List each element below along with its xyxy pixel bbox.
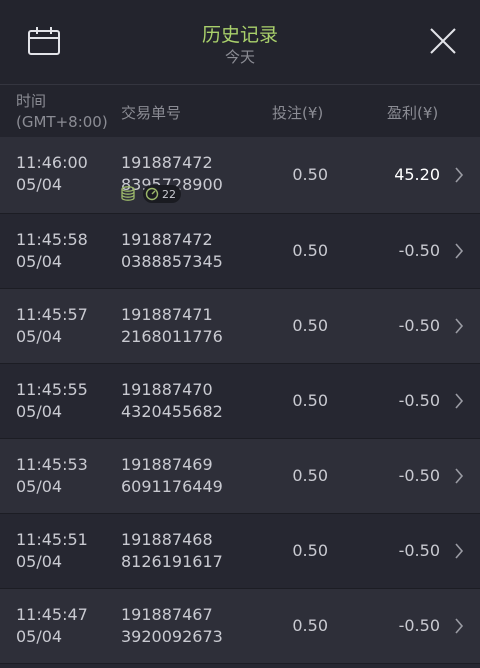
row-order-id: 191887469 6091176449: [121, 454, 223, 498]
column-header-bet: 投注(¥): [272, 104, 324, 122]
history-row[interactable]: 11:45:55 05/04 191887470 4320455682 0.50 -0.5…: [0, 364, 480, 439]
row-bet: 0.50: [292, 316, 328, 335]
row-order-id: 191887471 2168011776: [121, 304, 223, 348]
gauge-icon: [145, 187, 159, 201]
row-order-part1: 191887471: [121, 305, 213, 324]
row-time-value: 11:46:00: [16, 153, 88, 172]
history-row[interactable]: 11:45:57 05/04 191887471 2168011776 0.50 -0.5…: [0, 289, 480, 364]
row-date-value: 05/04: [16, 327, 63, 346]
row-time: 11:45:57 05/04: [16, 304, 88, 348]
row-profit: -0.50: [398, 466, 440, 485]
row-time: 11:45:55 05/04: [16, 379, 88, 423]
row-time: 11:45:53 05/04: [16, 454, 88, 498]
row-order-part1: 191887470: [121, 380, 213, 399]
row-profit: 45.20: [394, 165, 440, 184]
row-time: 11:45:47 05/04: [16, 604, 88, 648]
chevron-right-icon[interactable]: [454, 318, 464, 334]
history-row[interactable]: 11:45:47 05/04 191887467 3920092673 0.50 -0.5…: [0, 589, 480, 664]
row-date-value: 05/04: [16, 627, 63, 646]
row-profit: -0.50: [398, 241, 440, 260]
row-date-value: 05/04: [16, 552, 63, 571]
column-header-time: 时间 (GMT+8:00): [16, 91, 108, 133]
chevron-right-icon[interactable]: [454, 468, 464, 484]
history-row[interactable]: 11:45:58 05/04 191887472 0388857345 0.50 -0.5…: [0, 214, 480, 289]
row-order-part2: 4320455682: [121, 402, 223, 421]
chevron-right-icon[interactable]: [454, 543, 464, 559]
column-header-profit: 盈利(¥): [387, 104, 439, 122]
close-icon[interactable]: [428, 26, 458, 56]
row-time-value: 11:45:55: [16, 380, 88, 399]
combo-badge: 22: [143, 185, 181, 203]
row-bet: 0.50: [292, 466, 328, 485]
chevron-right-icon[interactable]: [454, 618, 464, 634]
row-order-part2: 3920092673: [121, 627, 223, 646]
row-order-part1: 191887472: [121, 153, 213, 172]
row-profit: -0.50: [398, 616, 440, 635]
row-date-value: 05/04: [16, 402, 63, 421]
row-bet: 0.50: [292, 541, 328, 560]
row-order-part1: 191887467: [121, 605, 213, 624]
row-date-value: 05/04: [16, 477, 63, 496]
row-time: 11:46:00 05/04: [16, 152, 88, 196]
row-time-value: 11:45:58: [16, 230, 88, 249]
column-header-timezone: (GMT+8:00): [16, 113, 108, 131]
title-group: 历史记录 今天: [0, 22, 480, 66]
row-profit: -0.50: [398, 316, 440, 335]
chevron-right-icon[interactable]: [454, 393, 464, 409]
combo-count: 22: [162, 187, 176, 201]
row-time: 11:45:51 05/04: [16, 529, 88, 573]
column-header-order: 交易单号: [121, 104, 182, 122]
row-profit: -0.50: [398, 541, 440, 560]
page-title: 历史记录: [201, 24, 278, 46]
row-order-part1: 191887469: [121, 455, 213, 474]
history-row[interactable]: 11:45:53 05/04 191887469 6091176449 0.50 -0.5…: [0, 439, 480, 514]
row-bet: 0.50: [292, 165, 328, 184]
history-header: 历史记录 今天: [0, 0, 480, 85]
column-header-row: 时间 (GMT+8:00) 交易单号 投注(¥) 盈利(¥): [0, 85, 480, 137]
history-row[interactable]: 11:46:0005/0419188747283957289000.5045.2…: [0, 137, 480, 214]
row-order-id: 191887472 0388857345: [121, 229, 223, 273]
row-order-part1: 191887468: [121, 530, 213, 549]
coin-stack-icon: [121, 186, 135, 201]
row-time: 11:45:58 05/04: [16, 229, 88, 273]
row-date-value: 05/04: [16, 252, 63, 271]
date-filter-label[interactable]: 今天: [0, 48, 480, 66]
chevron-right-icon[interactable]: [454, 167, 464, 183]
row-order-id: 191887467 3920092673: [121, 604, 223, 648]
row-profit: -0.50: [398, 391, 440, 410]
row-order-part1: 191887472: [121, 230, 213, 249]
row-time-value: 11:45:53: [16, 455, 88, 474]
row-order-id: 191887468 8126191617: [121, 529, 223, 573]
row-order-part2: 6091176449: [121, 477, 223, 496]
chevron-right-icon[interactable]: [454, 243, 464, 259]
row-time-value: 11:45:51: [16, 530, 88, 549]
row-bet: 0.50: [292, 241, 328, 260]
row-date-value: 05/04: [16, 175, 63, 194]
row-time-value: 11:45:47: [16, 605, 88, 624]
row-order-part2: 8126191617: [121, 552, 223, 571]
column-header-time-label: 时间: [16, 92, 47, 110]
row-time-value: 11:45:57: [16, 305, 88, 324]
row-order-id: 191887470 4320455682: [121, 379, 223, 423]
row-order-part2: 0388857345: [121, 252, 223, 271]
row-bet: 0.50: [292, 616, 328, 635]
row-order-part2: 2168011776: [121, 327, 223, 346]
row-badges: 22: [121, 185, 181, 203]
row-bet: 0.50: [292, 391, 328, 410]
history-row[interactable]: 11:45:51 05/04 191887468 8126191617 0.50 -0.5…: [0, 514, 480, 589]
history-list: 11:46:0005/0419188747283957289000.5045.2…: [0, 137, 480, 664]
